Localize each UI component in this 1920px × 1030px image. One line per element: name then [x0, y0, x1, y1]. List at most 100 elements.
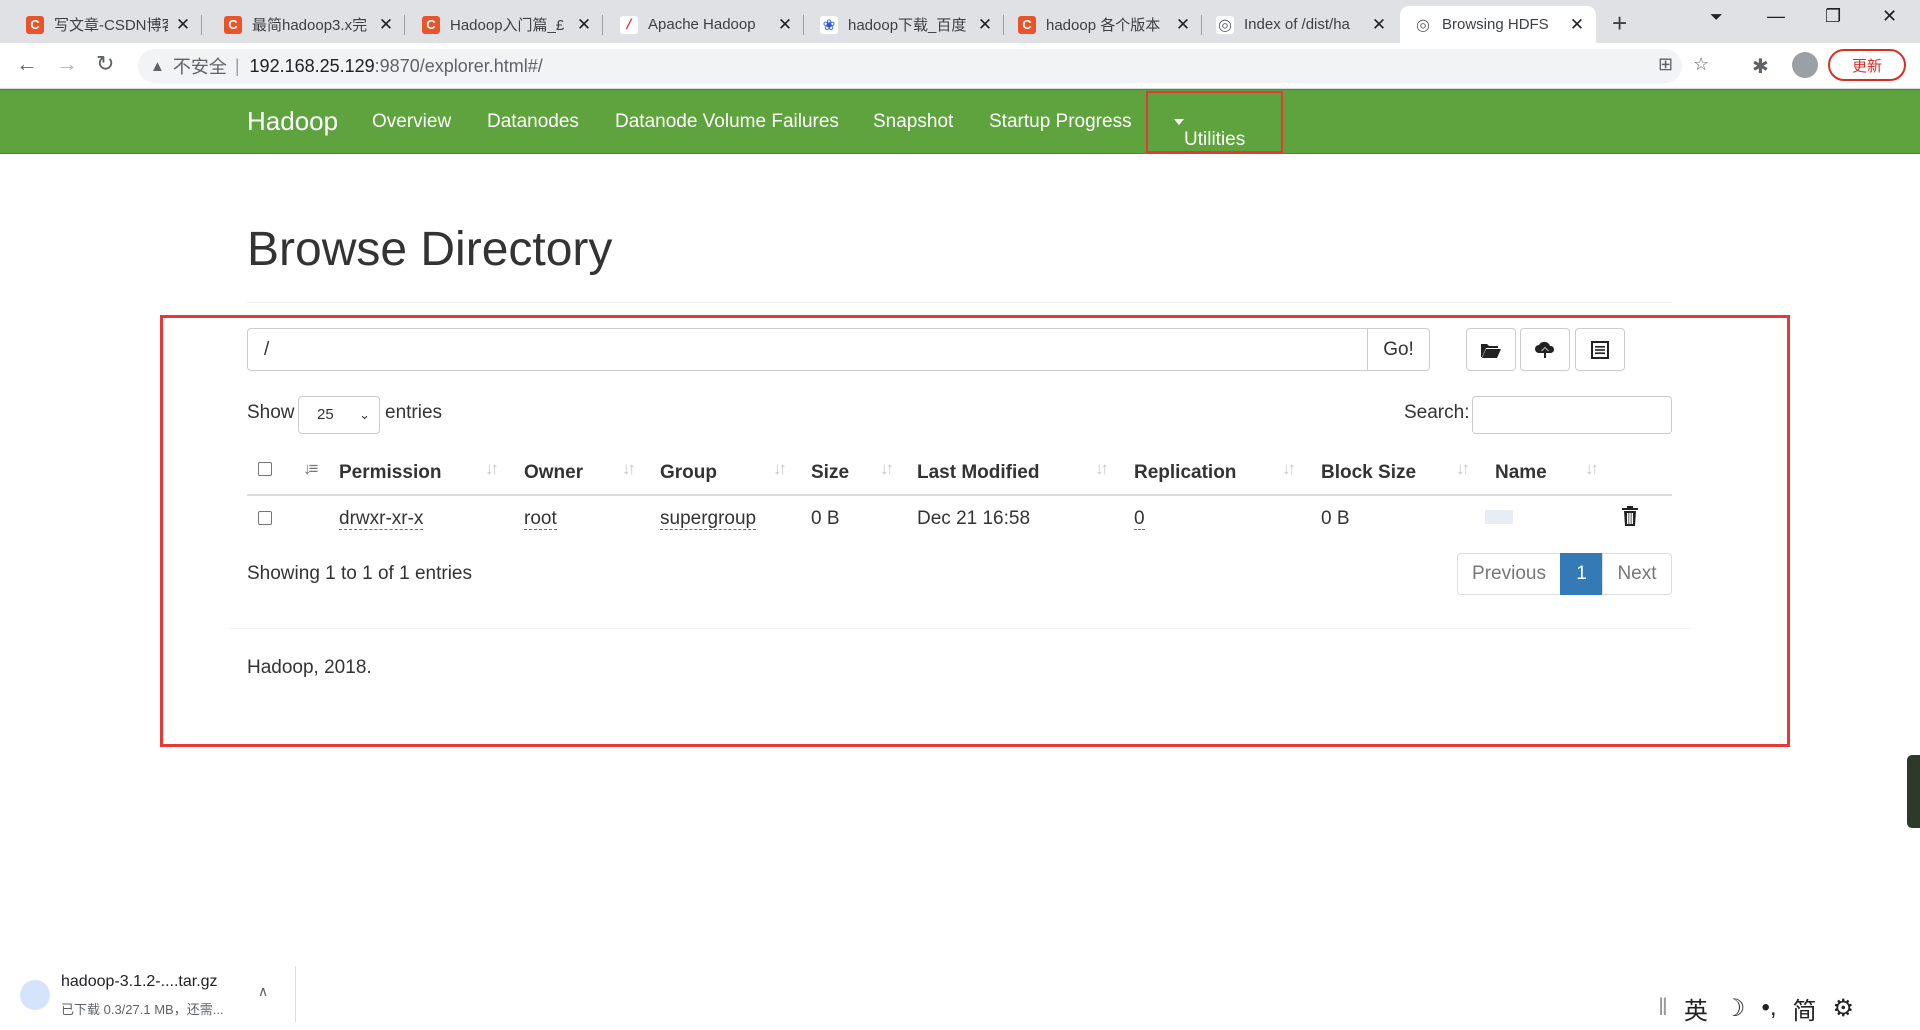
- cell-permission[interactable]: drwxr-xr-x: [339, 508, 424, 530]
- browser-tab[interactable]: ◎ Index of /dist/ha ✕: [1202, 6, 1398, 43]
- ime-lang[interactable]: 英: [1684, 991, 1708, 1026]
- back-icon[interactable]: ←: [16, 51, 38, 77]
- select-all-checkbox[interactable]: [258, 462, 272, 476]
- csdn-icon: C: [26, 15, 44, 34]
- sort-icon[interactable]: ↓↑: [1456, 459, 1470, 479]
- sort-icon[interactable]: ↓↑: [1585, 459, 1599, 479]
- column-header-permission[interactable]: Permission: [339, 462, 441, 484]
- address-path: :9870/explorer.html#/: [374, 55, 543, 76]
- column-header-name[interactable]: Name: [1495, 462, 1547, 484]
- column-header-owner[interactable]: Owner: [524, 462, 583, 484]
- nav-datanodes[interactable]: Datanodes: [487, 111, 579, 133]
- translate-icon[interactable]: ⊞: [1658, 54, 1673, 75]
- title-divider: [247, 302, 1672, 303]
- close-icon[interactable]: ✕: [1568, 15, 1586, 35]
- extensions-icon[interactable]: ✱: [1752, 54, 1769, 79]
- browser-toolbar: ← → ↻ ▲ 不安全 | 192.168.25.129 :9870/explo…: [0, 43, 1920, 89]
- window-close-icon[interactable]: ✕: [1882, 6, 1897, 27]
- browser-tab[interactable]: C 写文章-CSDN博客 ✕: [12, 6, 202, 43]
- nav-utilities-dropdown[interactable]: Utilities: [1146, 91, 1283, 153]
- sort-icon[interactable]: ↓↑: [1282, 459, 1296, 479]
- browser-tab[interactable]: C hadoop 各个版本 ✕: [1004, 6, 1202, 43]
- browser-tab[interactable]: ❀ hadoop下载_百度 ✕: [806, 6, 1004, 43]
- search-input[interactable]: [1472, 396, 1672, 434]
- nav-startup-progress[interactable]: Startup Progress: [989, 111, 1132, 133]
- tab-title: hadoop 各个版本: [1046, 17, 1161, 34]
- ime-script[interactable]: 简: [1793, 991, 1817, 1026]
- cell-name-redacted[interactable]: [1485, 510, 1513, 524]
- restore-icon[interactable]: ❐: [1825, 6, 1841, 27]
- nav-datanode-volume-failures[interactable]: Datanode Volume Failures: [615, 111, 839, 133]
- sort-icon[interactable]: ↓↑: [1095, 459, 1109, 479]
- browser-tab[interactable]: C 最简hadoop3.x完 ✕: [210, 6, 405, 43]
- tab-search-icon[interactable]: ⏷: [1710, 9, 1723, 27]
- sort-icon[interactable]: ↓↑: [880, 459, 894, 479]
- sort-icon[interactable]: ↓↑: [485, 459, 499, 479]
- column-header-block-size[interactable]: Block Size: [1321, 462, 1416, 484]
- side-gauge-widget: [1907, 755, 1920, 828]
- tab-title: 写文章-CSDN博客: [54, 17, 168, 34]
- close-icon[interactable]: ✕: [776, 15, 794, 35]
- close-icon[interactable]: ✕: [575, 15, 593, 35]
- ime-settings-icon[interactable]: ⚙: [1833, 994, 1855, 1023]
- column-header-group[interactable]: Group: [660, 462, 717, 484]
- cell-replication[interactable]: 0: [1134, 508, 1145, 530]
- cell-owner[interactable]: root: [524, 508, 557, 530]
- csdn-icon: C: [422, 15, 440, 34]
- chevron-up-icon[interactable]: ∧: [258, 983, 268, 1000]
- sort-asc-icon[interactable]: ↓≡: [303, 459, 319, 479]
- browser-tab[interactable]: / Apache Hadoop ✕: [606, 6, 804, 43]
- cell-group[interactable]: supergroup: [660, 508, 757, 530]
- sort-icon[interactable]: ↓↑: [773, 459, 787, 479]
- hadoop-navbar: Hadoop Overview Datanodes Datanode Volum…: [0, 89, 1920, 154]
- ime-punct[interactable]: •,: [1761, 994, 1776, 1022]
- pagination-page-1[interactable]: 1: [1560, 553, 1603, 595]
- apache-feather-icon: /: [620, 15, 638, 34]
- pagination-previous[interactable]: Previous: [1457, 553, 1561, 595]
- profile-avatar[interactable]: [1792, 52, 1818, 78]
- download-file-name[interactable]: hadoop-3.1.2-....tar.gz: [61, 973, 218, 991]
- cloud-upload-icon: [1535, 341, 1555, 358]
- page-length-select[interactable]: 25 ⌄: [298, 396, 380, 434]
- address-divider: |: [234, 55, 240, 76]
- browser-tab[interactable]: C Hadoop入门篇_£ ✕: [408, 6, 603, 43]
- ime-moon-icon[interactable]: ☽: [1724, 994, 1746, 1023]
- bookmark-star-icon[interactable]: ☆: [1693, 54, 1709, 75]
- pagination-next[interactable]: Next: [1602, 553, 1672, 595]
- sort-icon[interactable]: ↓↑: [622, 459, 636, 479]
- new-tab-icon[interactable]: +: [1612, 8, 1627, 39]
- navbar-brand[interactable]: Hadoop: [247, 106, 338, 137]
- browser-tab-active[interactable]: ◎ Browsing HDFS ✕: [1400, 6, 1596, 43]
- globe-icon: ◎: [1216, 15, 1234, 34]
- upload-files-button[interactable]: [1520, 328, 1570, 371]
- nav-snapshot[interactable]: Snapshot: [873, 111, 953, 133]
- minimize-icon[interactable]: —: [1767, 6, 1785, 27]
- update-button[interactable]: 更新: [1828, 49, 1906, 81]
- tab-title: Browsing HDFS: [1442, 16, 1549, 33]
- row-checkbox[interactable]: [258, 511, 272, 525]
- create-directory-button[interactable]: [1466, 328, 1516, 371]
- address-host: 192.168.25.129: [249, 55, 375, 76]
- nav-overview[interactable]: Overview: [372, 111, 451, 133]
- page-length-value: 25: [317, 406, 334, 423]
- column-header-replication[interactable]: Replication: [1134, 462, 1236, 484]
- directory-path-input[interactable]: /: [247, 328, 1368, 371]
- address-bar[interactable]: ▲ 不安全 | 192.168.25.129 :9870/explorer.ht…: [138, 49, 1709, 83]
- column-header-last-modified[interactable]: Last Modified: [917, 462, 1039, 484]
- page-title: Browse Directory: [247, 223, 613, 276]
- column-header-size[interactable]: Size: [811, 462, 849, 484]
- close-icon[interactable]: ✕: [976, 15, 994, 35]
- list-alt-icon: [1591, 340, 1609, 359]
- close-icon[interactable]: ✕: [174, 15, 192, 35]
- reload-icon[interactable]: ↻: [96, 51, 114, 77]
- warning-icon: ▲: [150, 57, 165, 75]
- close-icon[interactable]: ✕: [377, 15, 395, 35]
- close-icon[interactable]: ✕: [1174, 15, 1192, 35]
- go-button[interactable]: Go!: [1367, 328, 1430, 371]
- show-label: Show: [247, 402, 295, 423]
- close-icon[interactable]: ✕: [1370, 15, 1388, 35]
- delete-button[interactable]: [1621, 506, 1639, 531]
- forward-icon[interactable]: →: [56, 51, 78, 77]
- cut-paste-button[interactable]: [1575, 328, 1625, 371]
- download-divider: [295, 966, 296, 1022]
